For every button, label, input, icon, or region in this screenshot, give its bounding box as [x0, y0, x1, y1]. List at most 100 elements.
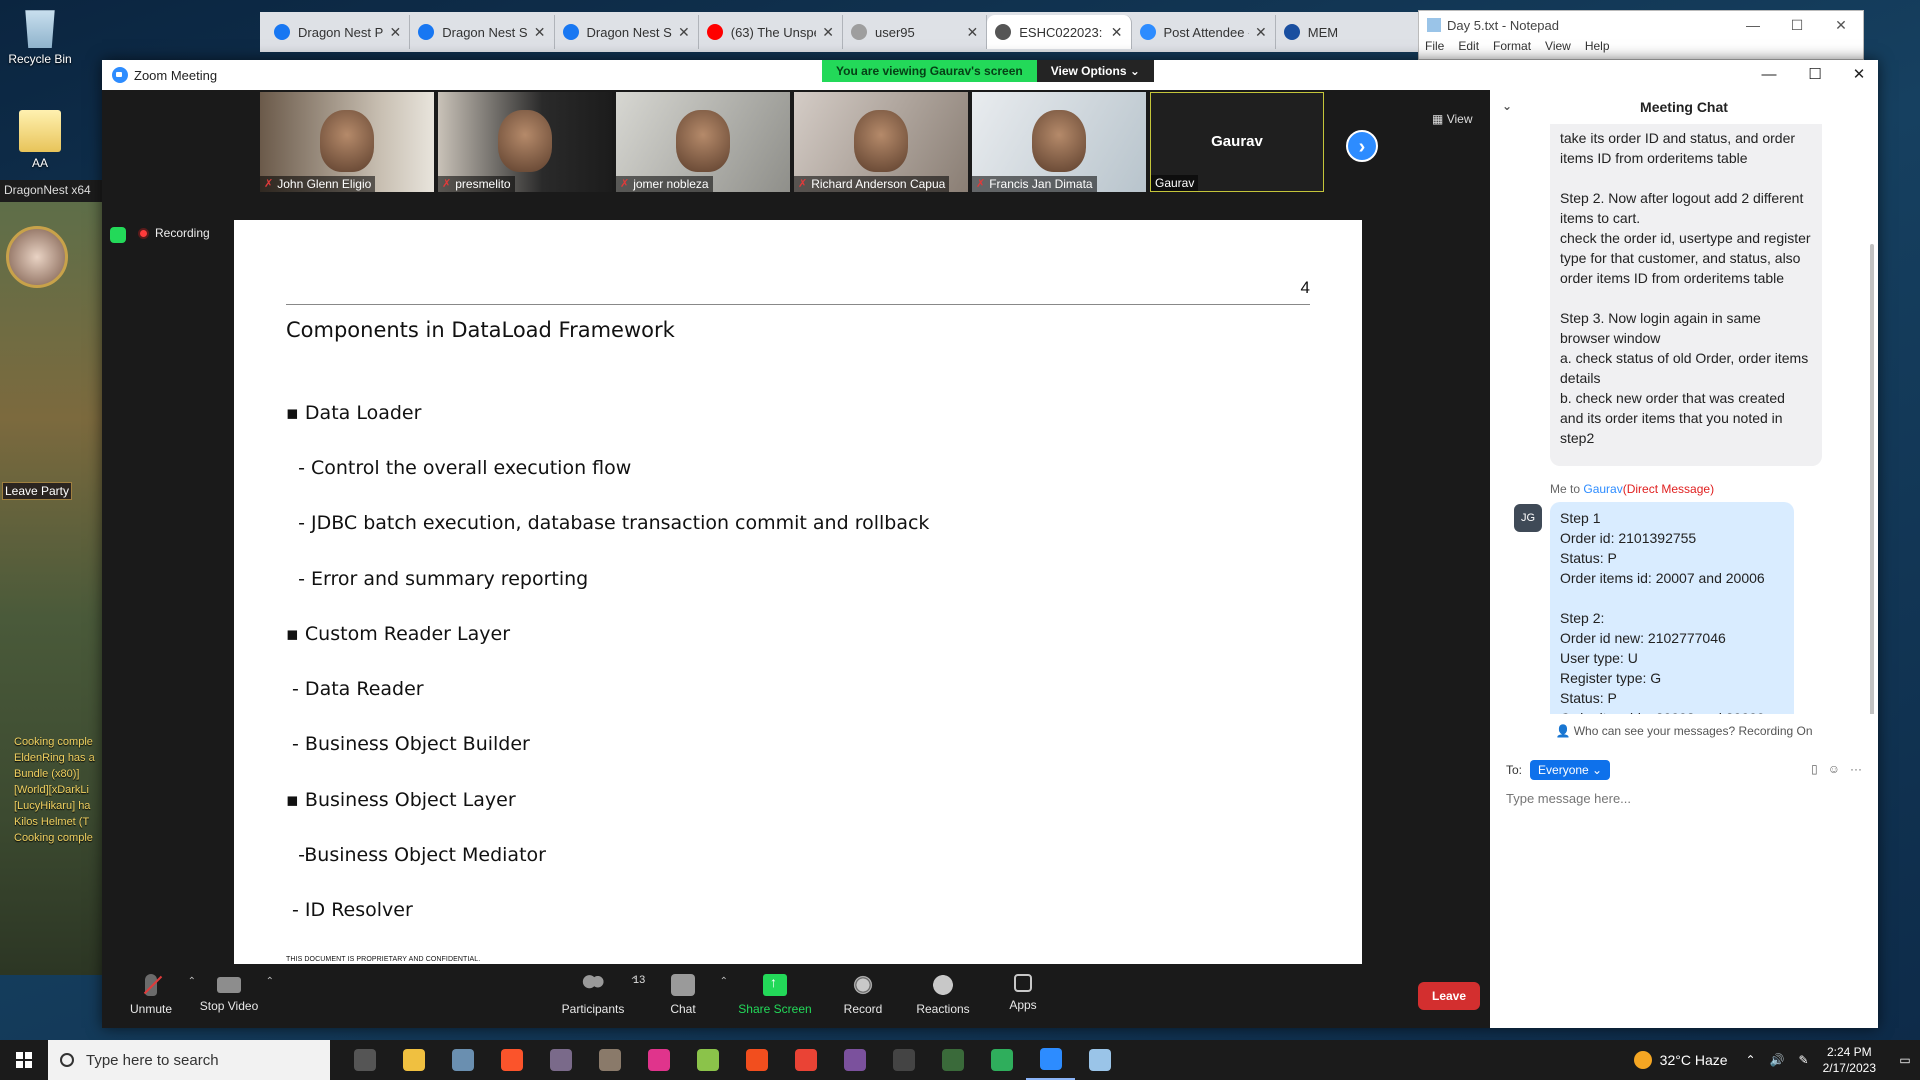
notification-icon[interactable]: ▭	[1890, 1053, 1920, 1067]
leave-party-button[interactable]: Leave Party	[2, 482, 72, 500]
taskbar-app-viber[interactable]	[830, 1040, 879, 1080]
participant-name-tag: ✗ Francis Jan Dimata	[972, 176, 1097, 192]
meeting-area: ✗ John Glenn Eligio ✗ presmelito ✗ jomer nobl…	[102, 90, 1490, 968]
desktop-folder[interactable]: AA	[2, 110, 78, 170]
weather-widget[interactable]: 32°C Haze	[1633, 1051, 1728, 1069]
participant-video-tile[interactable]: Gaurav Gaurav	[1150, 92, 1324, 192]
menu-item-view[interactable]: View	[1545, 39, 1571, 53]
participant-video-tile[interactable]: ✗ John Glenn Eligio	[260, 92, 434, 192]
chat-message-bubble: take its order ID and status, and order …	[1550, 124, 1822, 466]
record-icon	[852, 974, 874, 996]
tab-label: Post Attendee - 2	[1163, 24, 1250, 40]
participant-video-tile[interactable]: ✗ presmelito	[438, 92, 612, 192]
participant-video-tile[interactable]: ✗ Francis Jan Dimata	[972, 92, 1146, 192]
browser-tab[interactable]: user95 ✕	[843, 15, 988, 49]
menu-item-edit[interactable]: Edit	[1458, 39, 1479, 53]
chevron-up-icon[interactable]: ⌃	[630, 976, 638, 987]
browser-tab[interactable]: Dragon Nest Sea ✕	[555, 15, 699, 49]
chat-message-input[interactable]	[1506, 786, 1862, 810]
folder-icon	[19, 110, 61, 152]
message-visibility-notice[interactable]: 👤 Who can see your messages? Recording O…	[1490, 724, 1878, 738]
taskbar-search[interactable]: Type here to search	[48, 1040, 330, 1080]
menu-item-format[interactable]: Format	[1493, 39, 1531, 53]
taskbar-app-photos[interactable]	[536, 1040, 585, 1080]
chat-message-list[interactable]: take its order ID and status, and order …	[1490, 124, 1878, 714]
maximize-icon[interactable]: ☐	[1792, 60, 1838, 90]
taskbar-app-brave[interactable]	[487, 1040, 536, 1080]
clock-date: 2/17/2023	[1822, 1061, 1876, 1075]
close-tab-icon[interactable]: ✕	[822, 24, 834, 41]
share-screen-button[interactable]: Share Screen	[730, 974, 820, 1016]
leave-meeting-button[interactable]: Leave	[1418, 982, 1480, 1010]
recycle-bin[interactable]: Recycle Bin	[2, 6, 78, 66]
chevron-up-icon[interactable]: ⌃	[1746, 1053, 1756, 1067]
chat-scrollbar[interactable]	[1870, 244, 1874, 714]
chevron-up-icon[interactable]: ⌃	[266, 976, 274, 987]
close-tab-icon[interactable]: ✕	[1255, 24, 1267, 41]
browser-tab[interactable]: ESHC022023: dat ✕	[987, 15, 1132, 49]
taskbar-app-notepad-plus[interactable]	[683, 1040, 732, 1080]
chat-bubble-icon	[671, 974, 695, 996]
clock[interactable]: 2:24 PM 2/17/2023	[1823, 1044, 1876, 1076]
record-button[interactable]: Record	[818, 974, 908, 1016]
pen-icon[interactable]: ✎	[1799, 1053, 1809, 1067]
encryption-shield-icon[interactable]	[110, 227, 126, 243]
close-tab-icon[interactable]: ✕	[390, 24, 402, 41]
browser-tab[interactable]: MEM	[1276, 15, 1420, 49]
taskbar-app-app-disc[interactable]	[585, 1040, 634, 1080]
taskbar-app-edge[interactable]	[977, 1040, 1026, 1080]
taskbar-app-task-view[interactable]	[340, 1040, 389, 1080]
close-tab-icon[interactable]: ✕	[534, 24, 546, 41]
reactions-button[interactable]: Reactions	[898, 974, 988, 1016]
browser-tab[interactable]: Post Attendee - 2 ✕	[1132, 15, 1276, 49]
message-recipient-name[interactable]: Gaurav	[1583, 482, 1622, 496]
menu-item-file[interactable]: File	[1425, 39, 1444, 53]
taskbar-app-zoom[interactable]	[1026, 1040, 1075, 1080]
chevron-up-icon[interactable]: ⌃	[720, 976, 728, 987]
volume-icon[interactable]: 🔊	[1770, 1053, 1785, 1067]
maximize-icon[interactable]: ☐	[1775, 17, 1819, 34]
recording-indicator[interactable]: Recording	[138, 226, 210, 240]
apps-button[interactable]: Apps	[978, 974, 1068, 1012]
taskbar-app-chrome[interactable]	[781, 1040, 830, 1080]
taskbar-app-dragon-nest[interactable]	[928, 1040, 977, 1080]
chevron-down-icon[interactable]: ⌄	[1502, 99, 1512, 113]
participant-video	[498, 110, 552, 172]
taskbar-app-file-explorer[interactable]	[389, 1040, 438, 1080]
game-log-line: EldenRing has a	[14, 752, 95, 764]
people-icon: 👤	[1555, 724, 1574, 738]
browser-tab[interactable]: Dragon Nest SEA ✕	[410, 15, 555, 49]
view-options-button[interactable]: View Options ⌄	[1036, 60, 1154, 82]
close-icon[interactable]: ✕	[1836, 60, 1882, 90]
taskbar-app-figma[interactable]	[732, 1040, 781, 1080]
game-window[interactable]: DragonNest x64 Leave Party Cooking compl…	[0, 180, 102, 975]
participants-button[interactable]: 13 Participants ⌃	[548, 974, 645, 1016]
browser-tab[interactable]: Dragon Nest Phi ✕	[266, 15, 411, 49]
stop-video-button[interactable]: Stop Video ⌃	[184, 974, 274, 1013]
more-icon[interactable]: ···	[1850, 762, 1862, 776]
participant-video-tile[interactable]: ✗ jomer nobleza	[616, 92, 790, 192]
unmute-button[interactable]: Unmute ⌃	[106, 974, 196, 1016]
close-tab-icon[interactable]: ✕	[1111, 24, 1123, 41]
close-tab-icon[interactable]: ✕	[678, 24, 690, 41]
next-page-button[interactable]: ›	[1346, 130, 1378, 162]
participant-video-tile[interactable]: ✗ Richard Anderson Capua	[794, 92, 968, 192]
file-icon[interactable]: ▯	[1811, 762, 1818, 776]
close-tab-icon[interactable]: ✕	[967, 24, 979, 41]
taskbar-app-obs[interactable]	[879, 1040, 928, 1080]
minimize-icon[interactable]: —	[1746, 60, 1792, 90]
browser-tab-strip: Dragon Nest Phi✕Dragon Nest SEA✕Dragon N…	[260, 12, 1420, 52]
emoji-icon[interactable]: ☺	[1828, 762, 1840, 776]
taskbar-app-app-cloud[interactable]	[438, 1040, 487, 1080]
taskbar-app-intellij[interactable]	[634, 1040, 683, 1080]
view-button[interactable]: ▦ View	[1432, 112, 1472, 126]
close-icon[interactable]: ✕	[1819, 17, 1863, 34]
minimize-icon[interactable]: —	[1731, 17, 1775, 33]
taskbar-app-notepad[interactable]	[1075, 1040, 1124, 1080]
start-button[interactable]	[0, 1040, 48, 1080]
browser-tab[interactable]: (63) The Unspeak ✕	[699, 15, 843, 49]
chat-button[interactable]: Chat ⌃	[638, 974, 728, 1016]
notepad-window[interactable]: Day 5.txt - Notepad — ☐ ✕ File Edit Format…	[1418, 10, 1864, 60]
recipient-select[interactable]: Everyone ⌄	[1530, 760, 1611, 780]
menu-item-help[interactable]: Help	[1585, 39, 1610, 53]
